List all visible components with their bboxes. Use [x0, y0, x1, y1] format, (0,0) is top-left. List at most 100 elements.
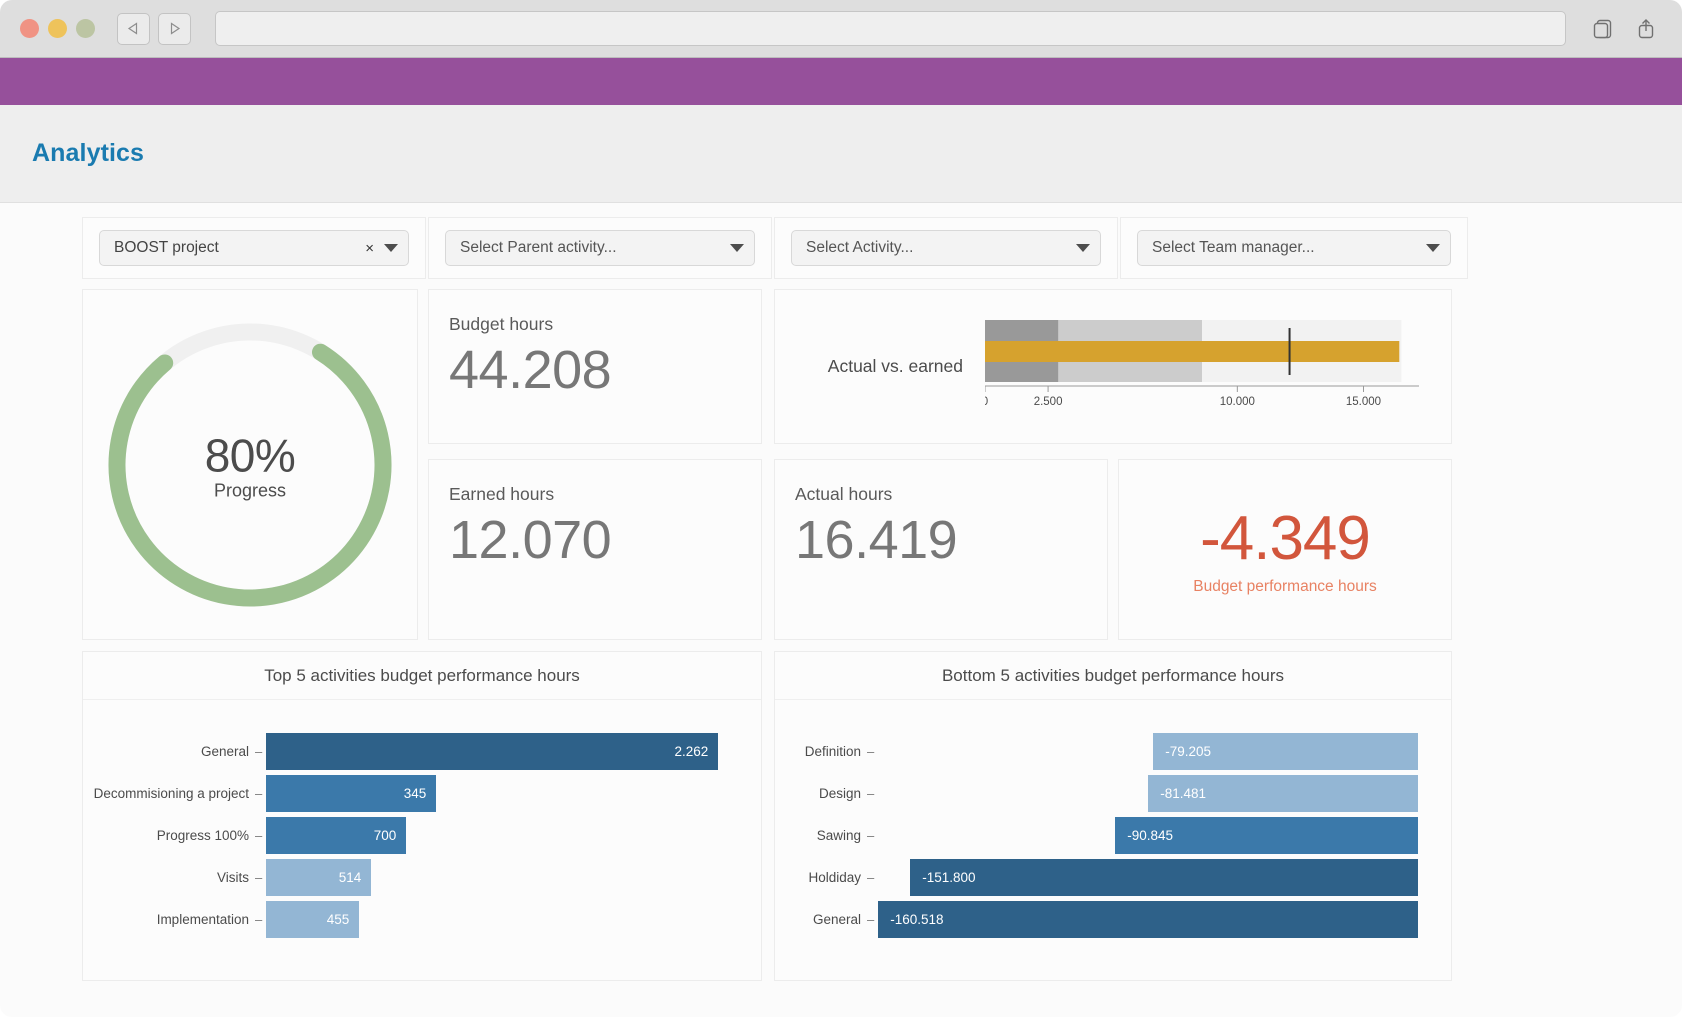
bar-value-label: -79.205 — [1165, 743, 1212, 759]
bar-row: Definition – -79.205 — [775, 730, 1451, 772]
chevron-down-icon[interactable] — [384, 244, 398, 252]
close-window-button[interactable] — [20, 19, 39, 38]
bar: -81.481 — [1148, 774, 1419, 812]
filter-bar: BOOST project × Select Parent activity..… — [0, 203, 1682, 279]
svg-text:0: 0 — [985, 396, 988, 408]
bar-row: Holdiday – -151.800 — [775, 856, 1451, 898]
chrome-right-actions — [1588, 12, 1662, 46]
project-select-value: BOOST project — [114, 239, 219, 256]
address-bar[interactable] — [215, 11, 1566, 46]
dashboard-content: BOOST project × Select Parent activity..… — [0, 203, 1682, 1017]
earned-hours-label: Earned hours — [449, 484, 555, 504]
bar-category-label: Design — [818, 785, 861, 801]
actual-hours-label: Actual hours — [795, 484, 893, 504]
bar-category-label: Progress 100% — [156, 827, 249, 843]
axis-tick-icon: – — [867, 785, 875, 801]
bar-row: Sawing – -90.845 — [775, 814, 1451, 856]
budget-performance-value: -4.349 — [1200, 504, 1371, 573]
bar-category-label: Sawing — [816, 827, 861, 843]
project-clear-icon[interactable]: × — [365, 240, 374, 257]
app-brand-bar — [0, 58, 1682, 105]
bar-category-label: Visits — [216, 869, 249, 885]
axis-tick-icon: – — [255, 869, 263, 885]
bar-row: Implementation – 455 — [83, 898, 761, 940]
show-tabs-button[interactable] — [1588, 12, 1620, 46]
bar-value-label: -151.800 — [922, 869, 976, 885]
budget-hours-card: Budget hours 44.208 — [428, 289, 762, 444]
forward-arrow-icon — [170, 22, 181, 35]
svg-text:15.000: 15.000 — [1346, 396, 1381, 408]
team-manager-select-value: Select Team manager... — [1152, 239, 1315, 256]
axis-tick-icon: – — [255, 743, 263, 759]
bar-category-label: Definition — [804, 743, 861, 759]
budget-hours-value: 44.208 — [449, 340, 612, 400]
svg-text:10.000: 10.000 — [1220, 396, 1255, 408]
progress-donut-center: 80% Progress — [83, 428, 417, 501]
bottom5-bars: Definition – -79.205 Design – -81.481 Sawing – -… — [775, 700, 1451, 940]
page-header: Analytics — [0, 105, 1682, 203]
bar: 2.262 — [266, 732, 719, 770]
bar-value-label: 700 — [373, 827, 397, 843]
budget-performance-card: -4.349 Budget performance hours — [1118, 459, 1452, 640]
minimize-window-button[interactable] — [48, 19, 67, 38]
bar-row: Design – -81.481 — [775, 772, 1451, 814]
chevron-down-icon[interactable] — [730, 244, 744, 252]
filter-team-manager-card: Select Team manager... — [1120, 217, 1468, 279]
back-button[interactable] — [117, 12, 150, 45]
address-input[interactable] — [216, 12, 1565, 45]
share-button[interactable] — [1630, 12, 1662, 46]
earned-hours-value: 12.070 — [449, 510, 612, 570]
axis-tick-icon: – — [867, 911, 875, 927]
forward-button[interactable] — [158, 12, 191, 45]
axis-tick-icon: – — [867, 827, 875, 843]
share-icon — [1638, 18, 1654, 38]
bar-row: Decommisioning a project – 345 — [83, 772, 761, 814]
project-select[interactable]: BOOST project × — [99, 230, 409, 266]
filter-project-card: BOOST project × — [82, 217, 426, 279]
tabs-icon — [1593, 19, 1612, 38]
bar: 700 — [266, 816, 407, 854]
window-traffic-lights — [20, 19, 95, 38]
bar: 514 — [266, 858, 372, 896]
activity-select[interactable]: Select Activity... — [791, 230, 1101, 266]
bar-row: Visits – 514 — [83, 856, 761, 898]
top5-title: Top 5 activities budget performance hour… — [83, 652, 761, 700]
team-manager-select[interactable]: Select Team manager... — [1137, 230, 1451, 266]
bar-row: General – -160.518 — [775, 898, 1451, 940]
maximize-window-button[interactable] — [76, 19, 95, 38]
filter-parent-activity-card: Select Parent activity... — [428, 217, 772, 279]
earned-hours-card: Earned hours 12.070 — [428, 459, 762, 640]
bar-value-label: -81.481 — [1160, 785, 1207, 801]
top5-bars: General –2.262 Decommisioning a project –34… — [83, 700, 761, 940]
bar-row: General – 2.262 — [83, 730, 761, 772]
actual-vs-earned-card: Actual vs. earned 0 2.500 10.000 15.000 — [774, 289, 1452, 444]
axis-tick-icon: – — [255, 827, 263, 843]
bar-row: Progress 100% – 700 — [83, 814, 761, 856]
axis-tick-icon: – — [255, 785, 263, 801]
navigation-buttons — [117, 12, 191, 45]
bar: 455 — [266, 900, 360, 938]
bar-category-label: General — [200, 743, 249, 759]
bar-value-label: 2.262 — [674, 743, 709, 759]
axis-tick-icon: – — [867, 869, 875, 885]
top5-card: Top 5 activities budget performance hour… — [82, 651, 762, 981]
page-title: Analytics — [32, 139, 145, 167]
progress-caption: Progress — [213, 480, 287, 500]
budget-performance-label: Budget performance hours — [1193, 578, 1377, 595]
filter-activity-card: Select Activity... — [774, 217, 1118, 279]
chevron-down-icon[interactable] — [1426, 244, 1440, 252]
axis-tick-icon: – — [255, 911, 263, 927]
axis-tick-icon: – — [867, 743, 875, 759]
chevron-down-icon[interactable] — [1076, 244, 1090, 252]
bar-category-label: Holdiday — [808, 869, 861, 885]
budget-hours-label: Budget hours — [449, 314, 554, 334]
bar: -79.205 — [1153, 732, 1419, 770]
bar-value-label: 345 — [403, 785, 427, 801]
bottom5-title: Bottom 5 activities budget performance h… — [775, 652, 1451, 700]
progress-percent: 80% — [204, 429, 296, 481]
parent-activity-select[interactable]: Select Parent activity... — [445, 230, 755, 266]
bottom5-card: Bottom 5 activities budget performance h… — [774, 651, 1452, 981]
progress-donut: 80% Progress — [83, 290, 417, 639]
bar: -160.518 — [878, 900, 1419, 938]
actual-vs-earned-label: Actual vs. earned — [827, 356, 963, 376]
